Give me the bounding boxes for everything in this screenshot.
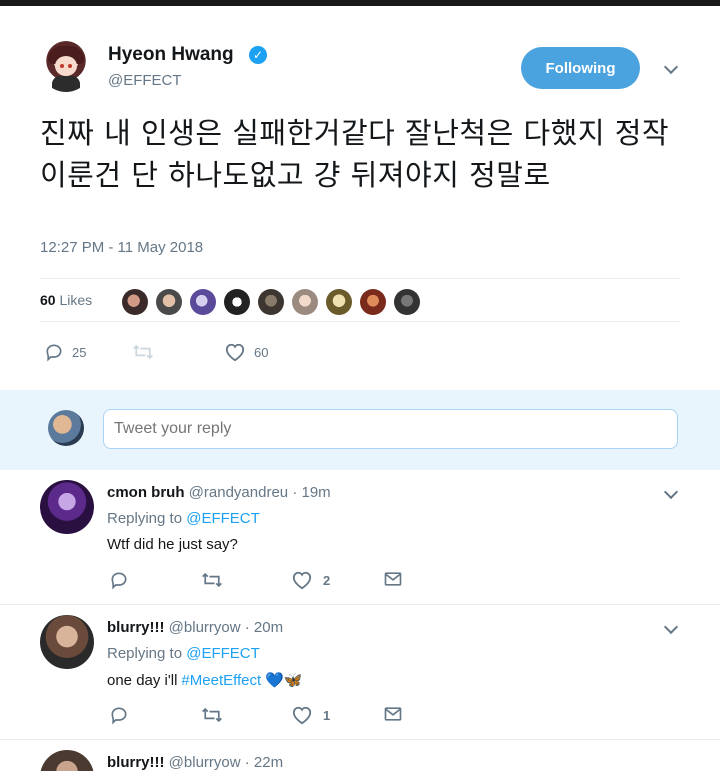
reply-author-handle[interactable]: @randyandreu bbox=[189, 484, 288, 501]
reply-header: blurry!!! @blurryow · 20m bbox=[107, 619, 283, 636]
reply-action[interactable]: 25 bbox=[44, 338, 86, 366]
main-tweet: Hyeon Hwang ✓ @EFFECT Following 진짜 내 인생은… bbox=[0, 6, 720, 388]
reply-tweet[interactable]: cmon bruh @randyandreu · 19m Replying to… bbox=[0, 470, 720, 605]
retweet-action[interactable] bbox=[132, 338, 154, 366]
replying-to: Replying to @EFFECT bbox=[107, 510, 260, 527]
reply-author-name[interactable]: blurry!!! bbox=[107, 619, 165, 636]
liker-avatar[interactable] bbox=[156, 289, 182, 315]
reply-icon bbox=[111, 707, 127, 725]
reply-icon bbox=[111, 572, 127, 590]
reply-compose-box bbox=[0, 390, 720, 470]
author-handle[interactable]: @EFFECT bbox=[108, 72, 182, 89]
hashtag-link[interactable]: #MeetEffect bbox=[181, 672, 261, 689]
like-action[interactable]: 2 bbox=[291, 570, 330, 590]
like-count: 60 bbox=[254, 344, 269, 360]
reply-author-handle[interactable]: @blurryow bbox=[169, 619, 241, 636]
retweet-action[interactable] bbox=[201, 570, 223, 590]
liker-avatar[interactable] bbox=[122, 289, 148, 315]
following-button[interactable]: Following bbox=[521, 47, 640, 89]
replying-to-link[interactable]: @EFFECT bbox=[186, 510, 260, 527]
reply-time[interactable]: · 20m bbox=[245, 619, 283, 636]
liker-avatar[interactable] bbox=[224, 289, 250, 315]
liker-avatar[interactable] bbox=[292, 289, 318, 315]
direct-message-action[interactable] bbox=[383, 570, 403, 588]
reply-avatar[interactable] bbox=[40, 480, 94, 534]
reply-time[interactable]: · 19m bbox=[292, 484, 330, 501]
liker-avatar[interactable] bbox=[326, 289, 352, 315]
reply-header: cmon bruh @randyandreu · 19m bbox=[107, 484, 331, 501]
reply-text: Wtf did he just say? bbox=[107, 536, 238, 553]
retweet-icon bbox=[202, 572, 222, 588]
liker-avatar[interactable] bbox=[394, 289, 420, 315]
current-user-avatar bbox=[48, 410, 84, 446]
reply-avatar[interactable] bbox=[40, 750, 94, 771]
reply-action[interactable] bbox=[109, 705, 129, 725]
reply-avatar[interactable] bbox=[40, 615, 94, 669]
like-icon bbox=[292, 571, 312, 590]
author-avatar[interactable] bbox=[40, 40, 92, 92]
reply-input[interactable] bbox=[103, 409, 678, 449]
reply-author-handle[interactable]: @blurryow bbox=[169, 754, 241, 771]
reply-actions: 2 bbox=[107, 570, 407, 594]
tweet-text: 진짜 내 인생은 실패한거같다 잘난척은 다했지 정작 이룬건 단 하나도없고 … bbox=[40, 116, 670, 192]
retweet-action[interactable] bbox=[201, 705, 223, 725]
emoji: 💙🦋 bbox=[265, 672, 303, 689]
tweet-timestamp[interactable]: 12:27 PM - 11 May 2018 bbox=[40, 239, 203, 256]
like-icon bbox=[225, 343, 245, 362]
like-count: 2 bbox=[323, 572, 331, 588]
replying-to-link[interactable]: @EFFECT bbox=[186, 645, 260, 662]
tweet-actions: 25 60 bbox=[40, 338, 340, 368]
reply-author-name[interactable]: blurry!!! bbox=[107, 754, 165, 771]
liker-avatar[interactable] bbox=[360, 289, 386, 315]
replying-to: Replying to @EFFECT bbox=[107, 645, 260, 662]
reply-author-name[interactable]: cmon bruh bbox=[107, 484, 185, 501]
direct-message-action[interactable] bbox=[383, 705, 403, 723]
reply-actions: 1 bbox=[107, 705, 407, 729]
chevron-down-icon[interactable] bbox=[663, 486, 679, 502]
like-action[interactable]: 60 bbox=[224, 338, 268, 366]
reply-action[interactable] bbox=[109, 570, 129, 590]
reply-text: one day i'll #MeetEffect 💙🦋 bbox=[107, 671, 303, 690]
direct-message-icon bbox=[384, 572, 402, 586]
retweet-icon bbox=[133, 344, 153, 360]
liker-avatar[interactable] bbox=[258, 289, 284, 315]
reply-tweet[interactable]: blurry!!! @blurryow · 22m bbox=[0, 740, 720, 771]
direct-message-icon bbox=[384, 707, 402, 721]
reply-time[interactable]: · 22m bbox=[245, 754, 283, 771]
chevron-down-icon[interactable] bbox=[663, 61, 679, 77]
liker-avatar[interactable] bbox=[190, 289, 216, 315]
like-count: 1 bbox=[323, 707, 331, 723]
reply-header: blurry!!! @blurryow · 22m bbox=[107, 754, 283, 771]
reply-count: 25 bbox=[72, 344, 87, 360]
retweet-icon bbox=[202, 707, 222, 723]
like-icon bbox=[292, 706, 312, 725]
chevron-down-icon[interactable] bbox=[663, 621, 679, 637]
likes-summary[interactable]: 60 Likes bbox=[40, 292, 92, 308]
verified-badge-icon: ✓ bbox=[249, 46, 267, 64]
reply-tweet[interactable]: blurry!!! @blurryow · 20m Replying to @E… bbox=[0, 605, 720, 740]
author-name[interactable]: Hyeon Hwang bbox=[108, 44, 234, 66]
reply-icon bbox=[46, 344, 62, 362]
likes-row: 60 Likes bbox=[40, 278, 680, 322]
like-action[interactable]: 1 bbox=[291, 705, 330, 725]
